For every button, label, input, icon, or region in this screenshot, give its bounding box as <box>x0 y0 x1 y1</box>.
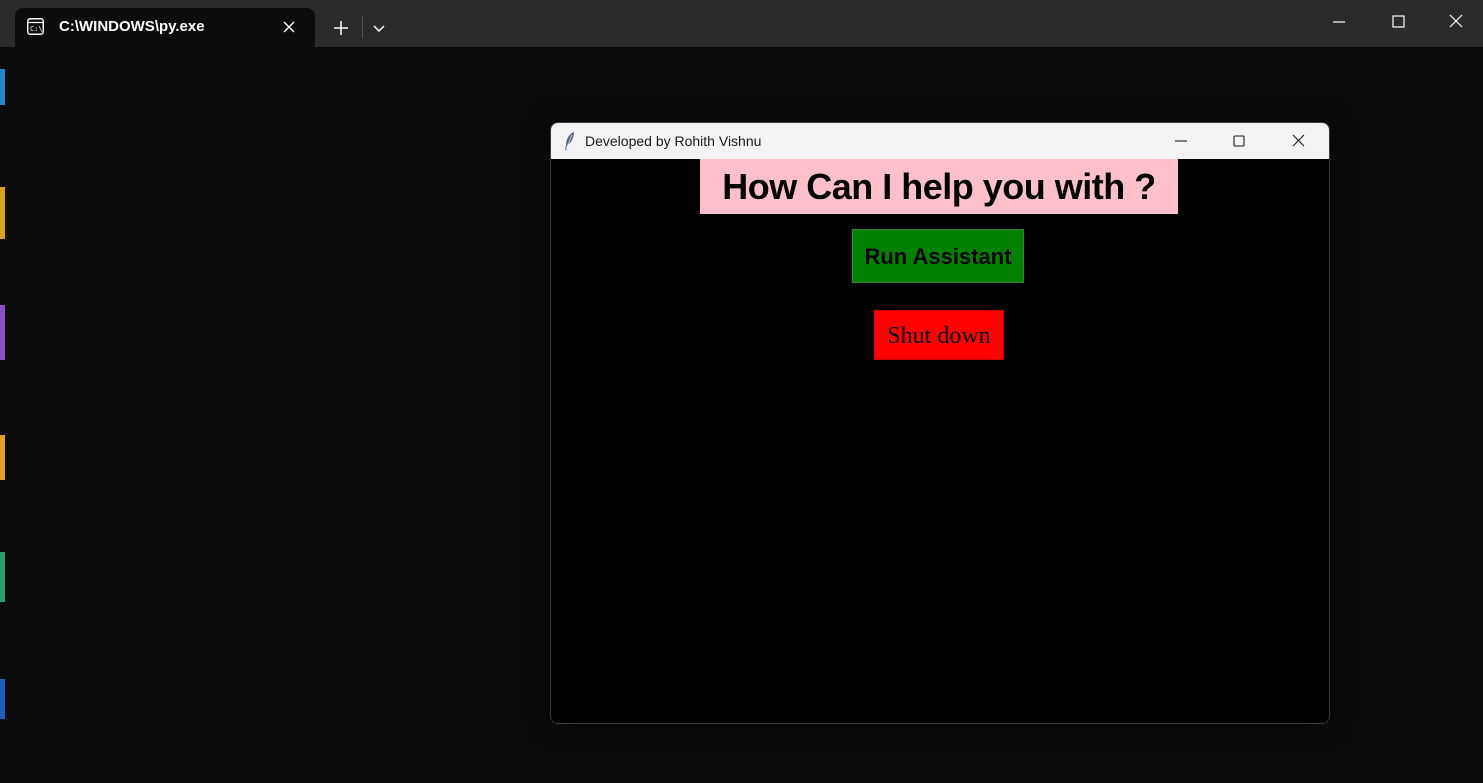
maximize-icon <box>1392 15 1405 28</box>
maximize-icon <box>1233 135 1245 147</box>
minimize-button[interactable] <box>1316 6 1362 38</box>
assistant-heading: How Can I help you with ? <box>700 159 1178 214</box>
tab-py-exe[interactable]: C:\ C:\WINDOWS\py.exe <box>15 8 315 47</box>
assistant-window-title: Developed by Rohith Vishnu <box>585 133 762 149</box>
close-tab-icon[interactable] <box>279 17 299 37</box>
run-assistant-button[interactable]: Run Assistant <box>852 229 1024 283</box>
chevron-down-icon <box>373 25 385 33</box>
close-window-button[interactable] <box>1433 6 1479 38</box>
new-tab-button[interactable] <box>326 14 356 42</box>
tab-title: C:\WINDOWS\py.exe <box>59 18 205 35</box>
tab-separator <box>362 16 363 38</box>
desktop-edge <box>0 47 8 783</box>
plus-icon <box>334 21 348 35</box>
tab-dropdown-button[interactable] <box>366 14 392 42</box>
close-icon <box>1449 14 1463 28</box>
assistant-body: How Can I help you with ? Run Assistant … <box>551 159 1329 723</box>
assistant-titlebar: Developed by Rohith Vishnu <box>551 123 1329 159</box>
assistant-window: Developed by Rohith Vishnu How Can I hel… <box>550 122 1330 724</box>
assistant-maximize-button[interactable] <box>1216 125 1262 157</box>
assistant-close-button[interactable] <box>1275 125 1321 157</box>
tab-bar: C:\ C:\WINDOWS\py.exe <box>0 0 1483 47</box>
svg-text:C:\: C:\ <box>30 25 43 33</box>
terminal-icon: C:\ <box>27 18 44 35</box>
close-icon <box>1292 134 1305 147</box>
terminal-window: C:\ C:\WINDOWS\py.exe Developed by Rohit… <box>0 0 1483 783</box>
maximize-button[interactable] <box>1375 6 1421 38</box>
feather-icon <box>565 132 574 150</box>
assistant-minimize-button[interactable] <box>1158 125 1204 157</box>
shut-down-button[interactable]: Shut down <box>874 310 1004 360</box>
